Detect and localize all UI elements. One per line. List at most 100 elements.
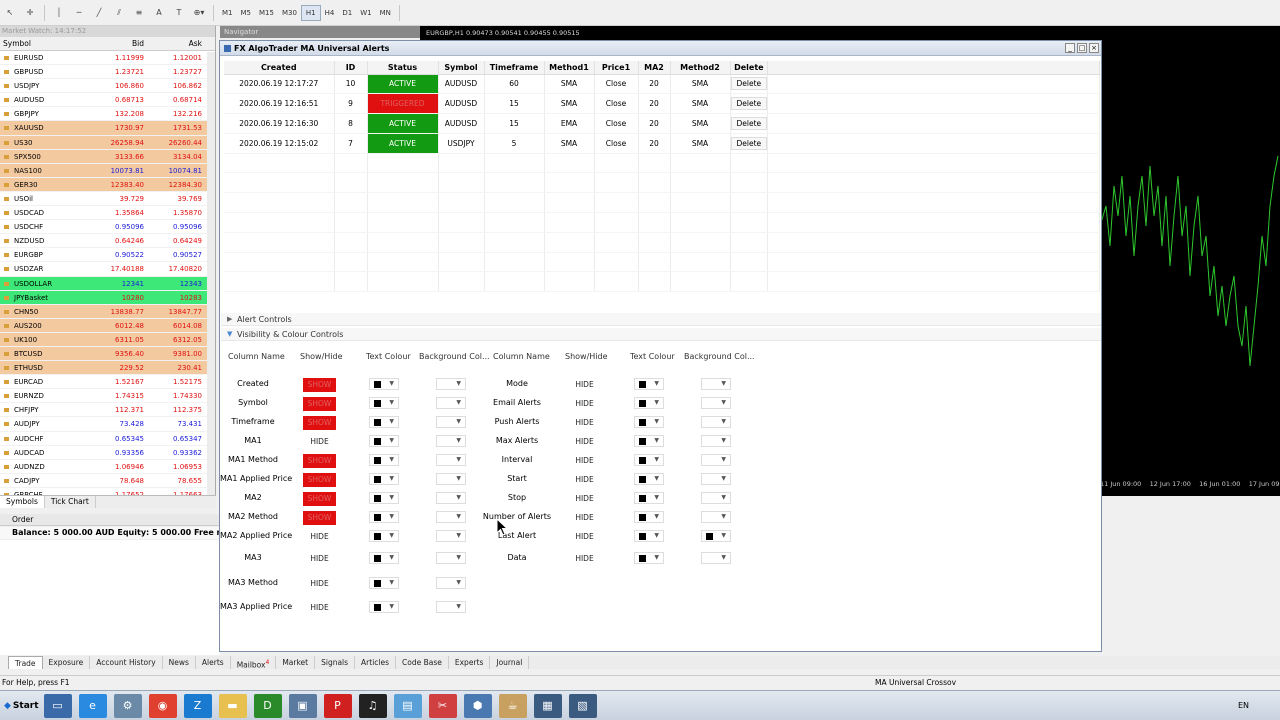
text-colour-picker[interactable]: ▼ bbox=[369, 511, 399, 523]
text-colour-picker[interactable]: ▼ bbox=[634, 473, 664, 485]
background-colour-picker[interactable]: ▼ bbox=[436, 454, 466, 466]
text-colour-picker[interactable]: ▼ bbox=[634, 378, 664, 390]
text-colour-picker[interactable]: ▼ bbox=[369, 435, 399, 447]
market-watch-row[interactable]: CADJPY 78.648 78.655 bbox=[0, 474, 215, 488]
market-watch-row[interactable]: US30 26258.94 26260.44 bbox=[0, 135, 215, 150]
tools-icon[interactable]: ⚙ bbox=[113, 693, 142, 718]
timeframe-m5[interactable]: M5 bbox=[237, 5, 256, 21]
column-header-timeframe[interactable]: Timeframe bbox=[484, 61, 545, 75]
show-hide-button[interactable]: SHOW bbox=[303, 492, 336, 506]
market-watch-row[interactable]: AUDCAD 0.93356 0.93362 bbox=[0, 446, 215, 460]
text-colour-picker[interactable]: ▼ bbox=[369, 378, 399, 390]
section-alert-controls[interactable]: ▶ Alert Controls bbox=[221, 313, 1101, 326]
market-watch-row[interactable]: USDOLLAR 12341 12343 bbox=[0, 276, 215, 291]
market-watch-row[interactable]: UK100 6311.05 6312.05 bbox=[0, 332, 215, 347]
market-watch-row[interactable]: GBPJPY 132.208 132.216 bbox=[0, 107, 215, 122]
text-colour-picker[interactable]: ▼ bbox=[369, 577, 399, 589]
background-colour-picker[interactable]: ▼ bbox=[701, 552, 731, 564]
market-watch-row[interactable]: EURNZD 1.74315 1.74330 bbox=[0, 389, 215, 404]
show-hide-button[interactable]: HIDE bbox=[568, 552, 601, 566]
market-watch-row[interactable]: EURCAD 1.52167 1.52175 bbox=[0, 375, 215, 390]
show-hide-button[interactable]: SHOW bbox=[303, 473, 336, 487]
terminal-tab-exposure[interactable]: Exposure bbox=[43, 656, 91, 669]
text-colour-picker[interactable]: ▼ bbox=[634, 435, 664, 447]
column-header-method1[interactable]: Method1 bbox=[544, 61, 595, 75]
show-hide-button[interactable]: HIDE bbox=[568, 492, 601, 506]
text-tool-icon[interactable]: A bbox=[150, 4, 168, 22]
background-colour-picker[interactable]: ▼ bbox=[436, 511, 466, 523]
terminal-tab-alerts[interactable]: Alerts bbox=[196, 656, 231, 669]
timeframe-m1[interactable]: M1 bbox=[218, 5, 237, 21]
background-colour-picker[interactable]: ▼ bbox=[436, 492, 466, 504]
market-watch-row[interactable]: AUDCHF 0.65345 0.65347 bbox=[0, 432, 215, 446]
text-colour-picker[interactable]: ▼ bbox=[634, 552, 664, 564]
market-watch-row[interactable]: NZDUSD 0.64246 0.64249 bbox=[0, 234, 215, 249]
column-header-ma2[interactable]: MA2 bbox=[638, 61, 671, 75]
show-hide-button[interactable]: HIDE bbox=[303, 530, 336, 544]
text-colour-picker[interactable]: ▼ bbox=[634, 511, 664, 523]
timeframe-d1[interactable]: D1 bbox=[338, 5, 356, 21]
terminal-tab-experts[interactable]: Experts bbox=[449, 656, 491, 669]
header-ask[interactable]: Ask bbox=[146, 37, 204, 50]
pdf-icon[interactable]: P bbox=[323, 693, 352, 718]
column-header-created[interactable]: Created bbox=[224, 61, 335, 75]
alert-row[interactable]: 2020.06.19 12:15:02 7 ACTIVE USDJPY 5 SMA Clos… bbox=[224, 133, 1100, 154]
show-hide-button[interactable]: HIDE bbox=[303, 435, 336, 449]
timeframe-w1[interactable]: W1 bbox=[356, 5, 375, 21]
market-watch-row[interactable]: USOil 39.729 39.769 bbox=[0, 192, 215, 207]
column-header-price1[interactable]: Price1 bbox=[594, 61, 639, 75]
alert-row[interactable]: 2020.06.19 12:17:27 10 ACTIVE AUDUSD 60 SMA Cl… bbox=[224, 74, 1100, 95]
background-colour-picker[interactable]: ▼ bbox=[701, 473, 731, 485]
text-colour-picker[interactable]: ▼ bbox=[369, 552, 399, 564]
alert-row[interactable]: 2020.06.19 12:16:51 9 TRIGGERED AUDUSD 15 SMA… bbox=[224, 93, 1100, 115]
background-colour-picker[interactable]: ▼ bbox=[436, 552, 466, 564]
metatrader-icon[interactable]: ▦ bbox=[533, 693, 562, 718]
market-watch-row[interactable]: AUDNZD 1.06946 1.06953 bbox=[0, 460, 215, 474]
timeframe-h4[interactable]: H4 bbox=[321, 5, 339, 21]
label-tool-icon[interactable]: T bbox=[170, 4, 188, 22]
terminal-tab-journal[interactable]: Journal bbox=[490, 656, 530, 669]
market-watch-row[interactable]: GER30 12383.40 12384.30 bbox=[0, 177, 215, 192]
text-colour-picker[interactable]: ▼ bbox=[634, 416, 664, 428]
terminal-tab-account-history[interactable]: Account History bbox=[90, 656, 163, 669]
market-watch-row[interactable]: JPYBasket 10280 10283 bbox=[0, 290, 215, 305]
market-watch-row[interactable]: USDCAD 1.35864 1.35870 bbox=[0, 206, 215, 221]
app-z-icon[interactable]: Z bbox=[183, 693, 212, 718]
window-icon[interactable]: ▣ bbox=[288, 693, 317, 718]
timeframe-h1[interactable]: H1 bbox=[300, 4, 321, 21]
show-hide-button[interactable]: SHOW bbox=[303, 416, 336, 430]
market-watch-row[interactable]: ETHUSD 229.52 230.41 bbox=[0, 361, 215, 376]
navigator-title[interactable]: Navigator bbox=[220, 26, 420, 38]
channel-icon[interactable]: ⫽ bbox=[110, 4, 128, 22]
terminal-tab-trade[interactable]: Trade bbox=[8, 656, 43, 669]
column-header-delete[interactable]: Delete bbox=[730, 61, 769, 75]
background-colour-picker[interactable]: ▼ bbox=[436, 473, 466, 485]
background-colour-picker[interactable]: ▼ bbox=[436, 435, 466, 447]
header-symbol[interactable]: Symbol bbox=[0, 37, 88, 50]
show-hide-button[interactable]: HIDE bbox=[303, 552, 336, 566]
terminal-tab-signals[interactable]: Signals bbox=[315, 656, 356, 669]
explorer-icon[interactable]: ▭ bbox=[43, 693, 72, 718]
market-watch-row[interactable]: USDCHF 0.95096 0.95096 bbox=[0, 220, 215, 235]
market-watch-row[interactable]: XAUUSD 1730.97 1731.53 bbox=[0, 121, 215, 136]
horizontal-line-icon[interactable]: ─ bbox=[70, 4, 88, 22]
background-colour-picker[interactable]: ▼ bbox=[701, 416, 731, 428]
terminal-tab-news[interactable]: News bbox=[163, 656, 196, 669]
metaeditor-icon[interactable]: ▧ bbox=[568, 693, 597, 718]
delete-button[interactable]: Delete bbox=[730, 136, 768, 150]
show-hide-button[interactable]: HIDE bbox=[568, 511, 601, 525]
dreamweaver-icon[interactable]: D bbox=[253, 693, 282, 718]
tab-tick-chart[interactable]: Tick Chart bbox=[45, 496, 96, 508]
vertical-line-icon[interactable]: │ bbox=[50, 4, 68, 22]
cube-app-icon[interactable]: ⬢ bbox=[463, 693, 492, 718]
audio-app-icon[interactable]: ♫ bbox=[358, 693, 387, 718]
market-watch-row[interactable]: AUDJPY 73.428 73.431 bbox=[0, 417, 215, 432]
background-colour-picker[interactable]: ▼ bbox=[701, 530, 731, 542]
trendline-icon[interactable]: ╱ bbox=[90, 4, 108, 22]
market-watch-row[interactable]: USDJPY 106.860 106.862 bbox=[0, 79, 215, 94]
background-colour-picker[interactable]: ▼ bbox=[701, 492, 731, 504]
background-colour-picker[interactable]: ▼ bbox=[436, 416, 466, 428]
background-colour-picker[interactable]: ▼ bbox=[436, 397, 466, 409]
crosshair-tool-icon[interactable]: ✛ bbox=[21, 4, 39, 22]
text-colour-picker[interactable]: ▼ bbox=[634, 530, 664, 542]
